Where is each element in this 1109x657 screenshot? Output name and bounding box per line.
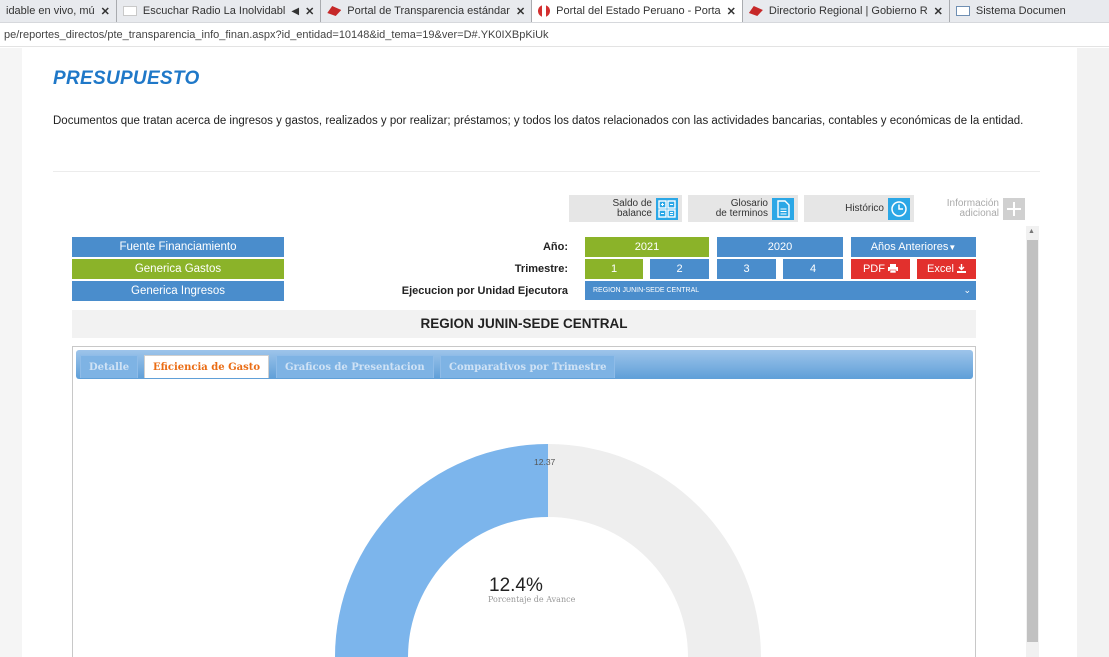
address-bar[interactable]: pe/reportes_directos/pte_transparencia_i…	[0, 23, 1109, 47]
printer-icon	[888, 264, 899, 274]
browser-tab-label: Escuchar Radio La Inolvidabl	[142, 5, 286, 17]
gauge-value-label: 12.37	[534, 457, 556, 467]
browser-tab[interactable]: Escuchar Radio La Inolvidabl ◀ ✕	[117, 0, 322, 22]
browser-tab-label: Sistema Documen	[975, 5, 1066, 17]
trimestre-1-button[interactable]: 1	[585, 259, 643, 279]
document-icon	[772, 197, 794, 220]
document-favicon-icon	[955, 6, 970, 16]
tab-comparativos-trimestre[interactable]: Comparativos por Trimestre	[440, 355, 616, 378]
clock-icon	[888, 197, 910, 220]
saldo-balance-button[interactable]: Saldo de balance	[569, 195, 682, 222]
browser-tab[interactable]: Sistema Documen	[950, 0, 1072, 22]
plus-icon	[1003, 197, 1025, 220]
calculator-icon	[656, 197, 678, 220]
divider	[53, 171, 1040, 172]
generica-gastos-button[interactable]: Generica Gastos	[72, 259, 284, 279]
page-description: Documentos que tratan acerca de ingresos…	[53, 115, 1024, 127]
pdf-button[interactable]: PDF	[851, 259, 910, 279]
region-title: REGION JUNIN-SEDE CENTRAL	[72, 310, 976, 338]
browser-tab-label: idable en vivo, mú	[6, 5, 95, 17]
ejecucion-label: Ejecucion por Unidad Ejecutora	[401, 285, 568, 297]
fuente-financiamiento-button[interactable]: Fuente Financiamiento	[72, 237, 284, 257]
scrollbar-thumb[interactable]	[1027, 240, 1038, 642]
pdf-label: PDF	[862, 263, 885, 275]
gob-favicon-icon	[748, 6, 763, 16]
glosario-button[interactable]: Glosario de terminos	[688, 195, 798, 222]
generica-ingresos-button[interactable]: Generica Ingresos	[72, 281, 284, 301]
close-icon[interactable]: ✕	[305, 5, 314, 18]
anios-anteriores-label: Años Anteriores	[870, 241, 949, 253]
glosario-label-line2: de terminos	[715, 207, 768, 219]
unidad-ejecutora-select[interactable]: REGION JUNIN-SEDE CENTRAL ⌄	[585, 281, 976, 300]
trimestre-3-button[interactable]: 3	[717, 259, 776, 279]
tab-eficiencia-gasto[interactable]: Eficiencia de Gasto	[144, 355, 270, 378]
peru-flag-icon	[538, 5, 551, 17]
browser-tab[interactable]: Directorio Regional | Gobierno R ✕	[743, 0, 950, 22]
chevron-down-icon: ⌄	[963, 285, 971, 295]
tab-detalle[interactable]: Detalle	[80, 355, 139, 378]
caret-down-icon: ▼	[948, 243, 957, 252]
browser-tab-label: Directorio Regional | Gobierno R	[768, 5, 928, 17]
scroll-up-icon[interactable]: ▲	[1028, 228, 1035, 235]
close-icon[interactable]: ✕	[934, 5, 943, 18]
right-gutter	[1077, 48, 1109, 657]
anios-anteriores-dropdown[interactable]: Años Anteriores▼	[851, 237, 976, 257]
anio-label: Año:	[542, 241, 568, 253]
tab-graficos-presentacion[interactable]: Graficos de Presentacion	[276, 355, 434, 378]
trimestre-4-button[interactable]: 4	[783, 259, 843, 279]
trimestre-label: Trimestre:	[514, 263, 568, 275]
saldo-label-line2: balance	[616, 207, 652, 219]
download-icon	[956, 264, 966, 273]
gob-favicon-icon	[327, 6, 342, 16]
browser-tab-strip: idable en vivo, mú ✕ Escuchar Radio La I…	[0, 0, 1109, 23]
page-title: PRESUPUESTO	[53, 68, 200, 89]
gauge-fill-bar	[335, 444, 548, 657]
trimestre-2-button[interactable]: 2	[650, 259, 709, 279]
year-2020-button[interactable]: 2020	[717, 237, 843, 257]
info-label-line2: adicional	[959, 207, 999, 219]
gauge-subtitle: Porcentaje de Avance	[488, 595, 576, 604]
info-adicional-button[interactable]: Información adicional	[919, 195, 1029, 222]
browser-tab[interactable]: Portal de Transparencia estándar ✕	[321, 0, 533, 22]
close-icon[interactable]: ✕	[516, 5, 525, 18]
excel-label: Excel	[927, 263, 954, 275]
browser-tab[interactable]: idable en vivo, mú ✕	[0, 0, 117, 22]
close-icon[interactable]: ✕	[727, 5, 736, 18]
historico-label: Histórico	[845, 202, 884, 214]
browser-tab-label: Portal del Estado Peruano - Porta	[556, 5, 721, 17]
gauge-percent: 12.4%	[489, 575, 543, 596]
browser-tab-active[interactable]: Portal del Estado Peruano - Porta ✕	[532, 0, 743, 22]
excel-button[interactable]: Excel	[917, 259, 976, 279]
historico-button[interactable]: Histórico	[804, 195, 914, 222]
panel-tab-bar: Detalle Eficiencia de Gasto Graficos de …	[76, 350, 973, 379]
close-icon[interactable]: ✕	[101, 5, 110, 18]
speaker-icon[interactable]: ◀	[291, 6, 299, 17]
year-2021-button[interactable]: 2021	[585, 237, 709, 257]
page-favicon-icon	[122, 6, 137, 16]
left-gutter	[0, 48, 22, 657]
unidad-ejecutora-value: REGION JUNIN-SEDE CENTRAL	[593, 287, 700, 294]
browser-tab-label: Portal de Transparencia estándar	[347, 5, 510, 17]
